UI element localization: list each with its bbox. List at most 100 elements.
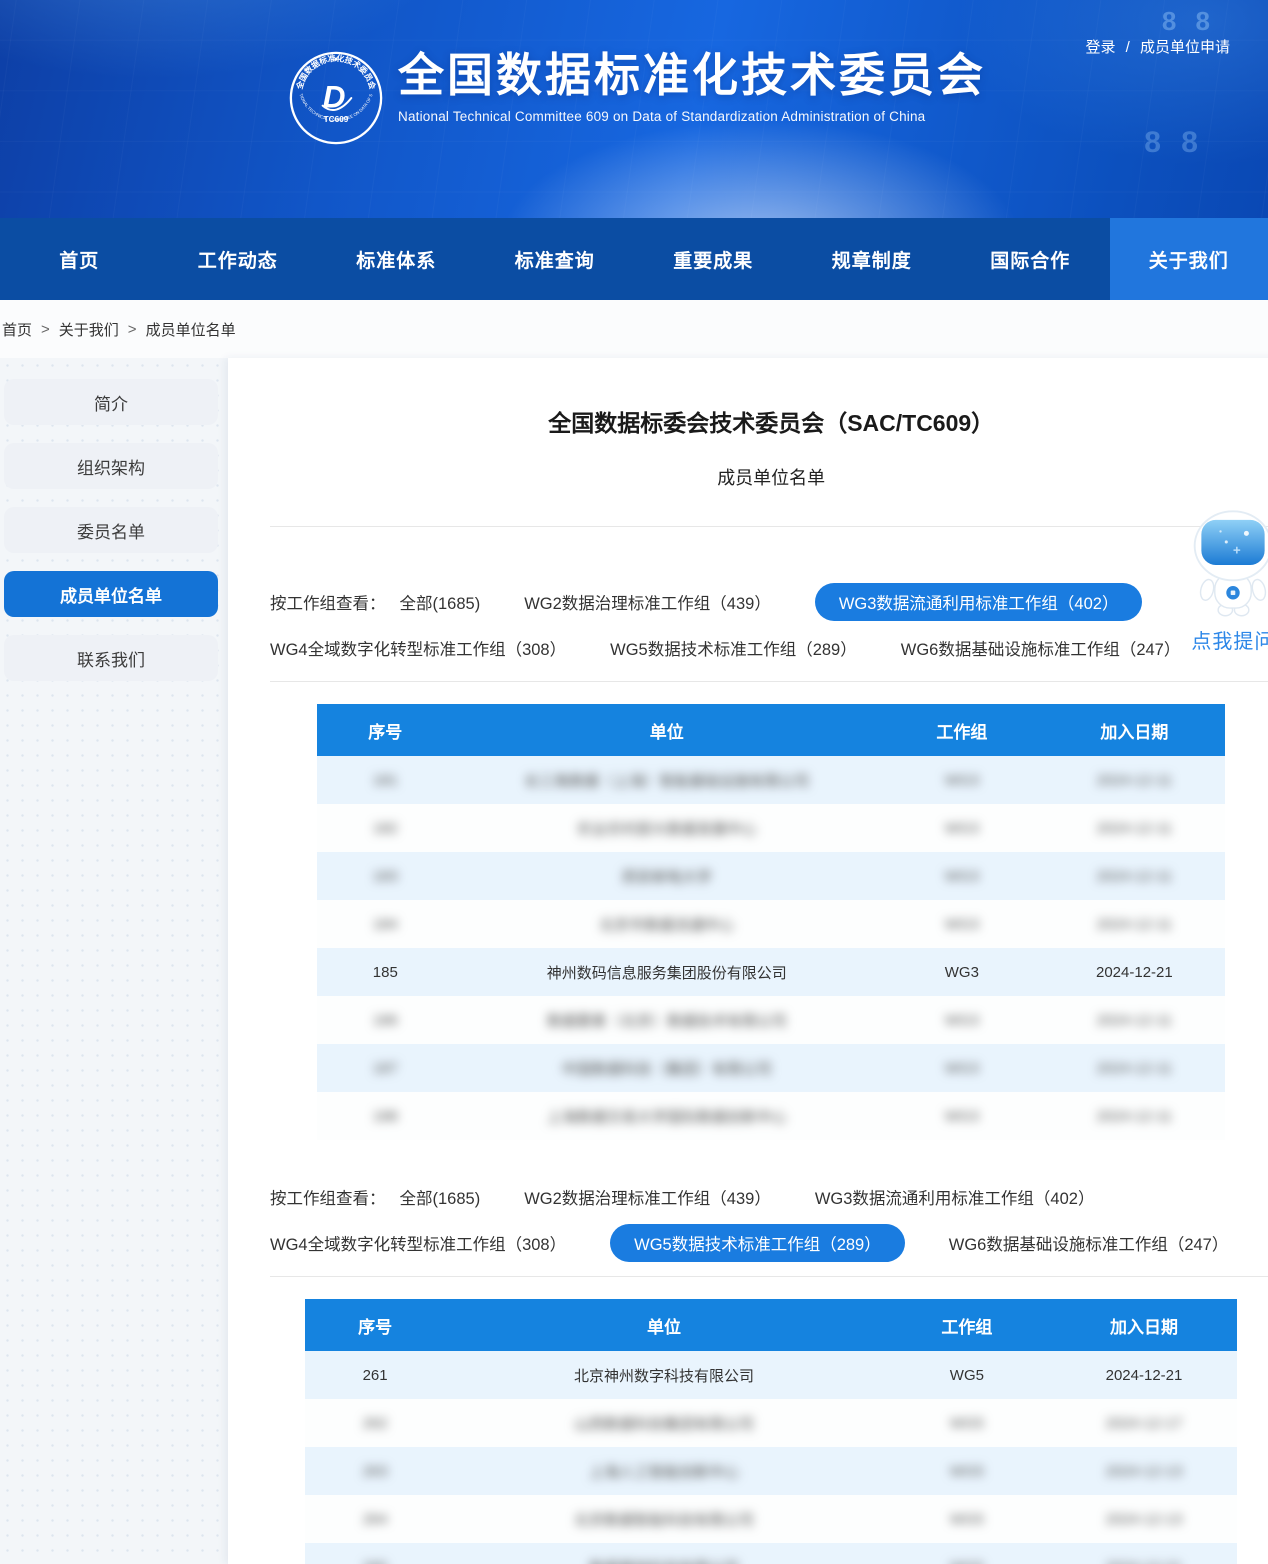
filter-option[interactable]: WG3数据流通利用标准工作组（402） [815, 1178, 1095, 1216]
breadcrumb-item[interactable]: 首页 [2, 319, 32, 340]
table-row: 185神州数码信息服务集团股份有限公司WG32024-12-21 [317, 948, 1225, 996]
filter-option[interactable]: WG3数据流通利用标准工作组（402） [815, 583, 1143, 621]
filter-option[interactable]: WG5数据技术标准工作组（289） [610, 1224, 905, 1262]
nav-item-4[interactable]: 标准查询 [476, 218, 635, 300]
table-row: 188上海数据交易大学国际数据创新中心WG32024-12-11 [317, 1092, 1225, 1140]
login-link[interactable]: 登录 [1085, 39, 1115, 56]
cell-wg: WG5 [883, 1447, 1051, 1495]
nav-item-1[interactable]: 首页 [0, 218, 159, 300]
filter-option[interactable]: 全部(1685) [400, 1178, 481, 1216]
nav-item-6[interactable]: 规章制度 [793, 218, 952, 300]
table-row: 261北京神州数字科技有限公司WG52024-12-21 [305, 1351, 1237, 1399]
cell-wg: WG3 [880, 1044, 1043, 1092]
filter-option[interactable]: WG6数据基础设施标准工作组（247） [949, 1224, 1229, 1262]
sidebar-item-2[interactable]: 组织架构 [4, 443, 218, 489]
column-header: 加入日期 [1051, 1299, 1237, 1351]
filter-option[interactable]: 全部(1685) [400, 583, 481, 621]
cell-no: 264 [305, 1495, 445, 1543]
sidebar-item-1[interactable]: 简介 [4, 379, 218, 425]
nav-item-3[interactable]: 标准体系 [317, 218, 476, 300]
column-header: 序号 [317, 704, 453, 756]
cell-unit: 数据要素（北京）数据技术有限公司 [453, 996, 880, 1044]
filter-row: 按工作组查看： 全部(1685) WG2数据治理标准工作组（439） WG3数据流通利… [270, 1178, 1268, 1216]
cell-date: 2024-12-11 [1044, 900, 1226, 948]
column-header: 单位 [445, 1299, 883, 1351]
breadcrumb-item[interactable]: 成员单位名单 [146, 319, 236, 340]
site-title: 全国数据标准化技术委员会 [398, 50, 986, 102]
cell-date: 2024-12-17 [1051, 1399, 1237, 1447]
cell-wg: WG3 [880, 756, 1043, 804]
cell-unit: 山西数据科技集团有限公司 [445, 1399, 883, 1447]
cell-date: 2024-12-21 [1051, 1351, 1237, 1399]
sidebar-item-4[interactable]: 成员单位名单 [4, 571, 218, 617]
content: 简介组织架构委员名单成员单位名单联系我们 全国数据标委会技术委员会（SAC/TC… [0, 358, 1268, 1564]
cell-unit: 上海人工智能创新中心 [445, 1447, 883, 1495]
column-header: 单位 [453, 704, 880, 756]
member-table-2: 序号单位工作组加入日期261北京神州数字科技有限公司WG52024-12-212… [305, 1299, 1237, 1564]
table-row: 186数据要素（北京）数据技术有限公司WG32024-12-11 [317, 996, 1225, 1044]
cell-unit: 长三角数据（上海）智能基础设施有限公司 [453, 756, 880, 804]
filter-option[interactable]: WG4全域数字化转型标准工作组（308） [270, 1224, 566, 1262]
cell-date: 2024-12-21 [1051, 1543, 1237, 1564]
filter-option[interactable]: WG5数据技术标准工作组（289） [610, 629, 857, 667]
cell-wg: WG5 [883, 1543, 1051, 1564]
cell-date: 2024-12-13 [1051, 1447, 1237, 1495]
cell-no: 183 [317, 852, 453, 900]
nav-item-2[interactable]: 工作动态 [159, 218, 318, 300]
cell-no: 187 [317, 1044, 453, 1092]
cell-unit: 北京神州数字科技有限公司 [445, 1351, 883, 1399]
cell-no: 262 [305, 1399, 445, 1447]
breadcrumb-item[interactable]: 关于我们 [59, 319, 119, 340]
cell-wg: WG3 [880, 804, 1043, 852]
cell-unit: 数据基础科技有限公司 [445, 1543, 883, 1564]
cell-no: 182 [317, 804, 453, 852]
cell-no: 186 [317, 996, 453, 1044]
login-separator: / [1126, 39, 1130, 56]
column-header: 工作组 [880, 704, 1043, 756]
header-banner: 8 8 8 8 登录 / 成员单位申请 全国数据标准化技术委员会 NATIONA… [0, 0, 1268, 218]
breadcrumb-separator: > [41, 321, 50, 338]
cell-date: 2024-12-21 [1044, 948, 1226, 996]
ask-mascot-label[interactable]: 点我提问 [1183, 625, 1268, 654]
filter-label: 按工作组查看： [270, 1185, 386, 1209]
cell-unit: 上海数据交易大学国际数据创新中心 [453, 1092, 880, 1140]
nav-item-8[interactable]: 关于我们 [1110, 218, 1268, 300]
filter-row: WG4全域数字化转型标准工作组（308） WG5数据技术标准工作组（289） WG6… [270, 1224, 1268, 1262]
cell-no: 181 [317, 756, 453, 804]
cell-no: 265 [305, 1543, 445, 1564]
cell-no: 263 [305, 1447, 445, 1495]
main-nav: 首页工作动态标准体系标准查询重要成果规章制度国际合作关于我们 [0, 218, 1268, 300]
filter-row: WG4全域数字化转型标准工作组（308） WG5数据技术标准工作组（289） WG6… [270, 629, 1268, 667]
cell-wg: WG3 [880, 900, 1043, 948]
cell-unit: 神州数码信息服务集团股份有限公司 [453, 948, 880, 996]
cell-date: 2024-12-11 [1044, 1044, 1226, 1092]
cell-date: 2024-12-11 [1044, 1092, 1226, 1140]
table-row: 265数据基础科技有限公司WG52024-12-21 [305, 1543, 1237, 1564]
table-row: 262山西数据科技集团有限公司WG52024-12-17 [305, 1399, 1237, 1447]
filter-option[interactable]: WG6数据基础设施标准工作组（247） [901, 629, 1181, 667]
sidebar-item-3[interactable]: 委员名单 [4, 507, 218, 553]
filter-option[interactable]: WG2数据治理标准工作组（439） [524, 1178, 771, 1216]
login-area: 登录 / 成员单位申请 [1085, 36, 1230, 57]
filter-option[interactable]: WG2数据治理标准工作组（439） [524, 583, 771, 621]
sidebar-item-5[interactable]: 联系我们 [4, 635, 218, 681]
cell-no: 261 [305, 1351, 445, 1399]
cell-no: 184 [317, 900, 453, 948]
cell-unit: 中国数据科技（集团）有限公司 [453, 1044, 880, 1092]
brand: 全国数据标准化技术委员会 NATIONAL TECHNICAL COMMITTE… [288, 50, 986, 146]
filter-row: 按工作组查看：全部(1685)WG2数据治理标准工作组（439）WG3数据流通利… [270, 583, 1268, 621]
cell-unit: 北京数据智能科技有限公司 [445, 1495, 883, 1543]
cell-wg: WG3 [880, 948, 1043, 996]
member-apply-link[interactable]: 成员单位申请 [1140, 39, 1230, 56]
cell-date: 2024-12-11 [1044, 756, 1226, 804]
nav-item-5[interactable]: 重要成果 [634, 218, 793, 300]
column-header: 工作组 [883, 1299, 1051, 1351]
nav-item-7[interactable]: 国际合作 [951, 218, 1110, 300]
ask-mascot[interactable]: 点我提问 [1183, 508, 1268, 654]
table-row: 182农业农村部大数据发展中心WG32024-12-11 [317, 804, 1225, 852]
cell-unit: 农业农村部大数据发展中心 [453, 804, 880, 852]
cell-no: 188 [317, 1092, 453, 1140]
divider [270, 681, 1268, 682]
cell-unit: 北京市数据流通中心 [453, 900, 880, 948]
filter-option[interactable]: WG4全域数字化转型标准工作组（308） [270, 629, 566, 667]
